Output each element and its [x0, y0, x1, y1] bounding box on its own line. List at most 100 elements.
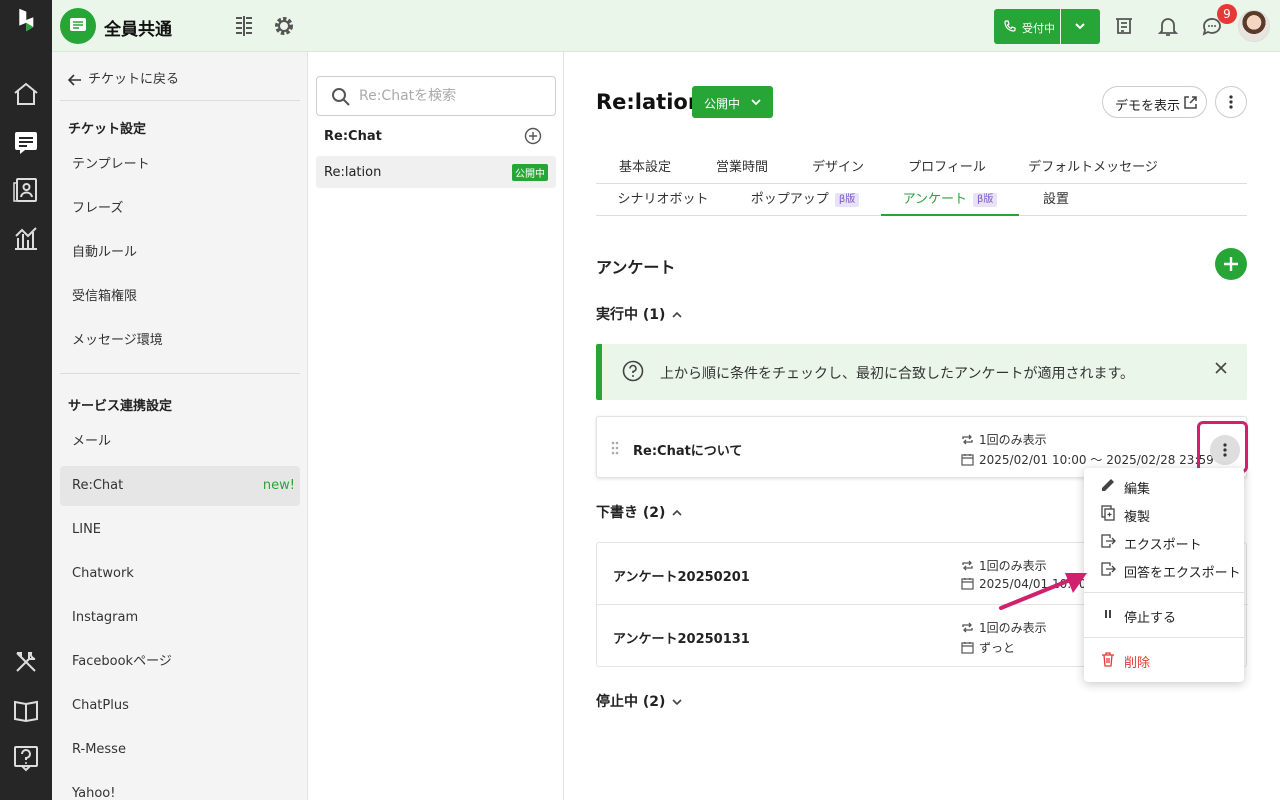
workspace-name[interactable]: 全員共通	[104, 15, 172, 40]
divider	[60, 100, 300, 101]
vertical-dots-icon	[1229, 95, 1233, 109]
contacts-icon[interactable]	[12, 176, 40, 204]
plus-icon	[1224, 257, 1238, 271]
avatar[interactable]	[1238, 10, 1270, 42]
menu-item-delete[interactable]: 削除	[1084, 647, 1244, 673]
tab-popup[interactable]: ポップアップ β版	[732, 184, 878, 216]
repeat-icon	[962, 434, 973, 445]
divider	[1084, 592, 1244, 593]
sidebar-item-rmesse[interactable]: R-Messe	[60, 730, 300, 770]
home-icon[interactable]	[12, 80, 40, 108]
sidebar-item-chatplus[interactable]: ChatPlus	[60, 686, 300, 726]
tab-scenario-bot[interactable]: シナリオボット	[596, 184, 730, 216]
question-circle-icon	[622, 360, 644, 382]
tab-label: ポップアップ	[750, 192, 829, 207]
bell-icon[interactable]	[1156, 14, 1180, 38]
sidebar-item-auto-rule[interactable]: 自動ルール	[60, 233, 300, 273]
call-status-button[interactable]: 受付中	[994, 9, 1060, 44]
export-icon	[1101, 562, 1116, 576]
sidebar-item-label: Re:Chat	[72, 478, 124, 493]
highlight-box	[1197, 421, 1248, 473]
menu-item-label: エクスポート	[1124, 538, 1202, 553]
sidebar-item-mail[interactable]: メール	[60, 422, 300, 462]
status-badge: 公開中	[512, 164, 548, 181]
sidebar-item-chatwork[interactable]: Chatwork	[60, 554, 300, 594]
gear-icon[interactable]	[272, 14, 296, 38]
channel-item[interactable]: Re:lation 公開中	[316, 156, 556, 188]
workspace-icon[interactable]	[60, 8, 96, 44]
menu-item-export[interactable]: エクスポート	[1084, 529, 1244, 555]
chevron-up-icon	[672, 509, 682, 516]
stopped-group-toggle[interactable]: 停止中 (2)	[596, 691, 683, 711]
draft-group-toggle[interactable]: 下書き (2)	[596, 502, 683, 522]
search-input[interactable]	[359, 86, 539, 106]
settings-sidebar: チケットに戻る チケット設定 テンプレート フレーズ 自動ルール 受信箱権限 メ…	[52, 52, 308, 800]
channel-list: Re:Chat Re:lation 公開中	[308, 52, 564, 800]
page-title: Re:lation	[596, 90, 703, 114]
tabs-row-1: 基本設定 営業時間 デザイン プロフィール デフォルトメッセージ	[596, 152, 1247, 184]
tab-business-hours[interactable]: 営業時間	[696, 152, 788, 184]
more-options-button[interactable]	[1215, 86, 1247, 118]
plus-circle-icon	[524, 127, 542, 145]
sidebar-item-rechat[interactable]: Re:Chat new!	[60, 466, 300, 506]
row-context-menu: 編集 複製 エクスポート 回答をエクスポート 停止する 削除	[1084, 468, 1244, 682]
sidebar-item-message-env[interactable]: メッセージ環境	[60, 321, 300, 361]
manual-icon[interactable]	[12, 696, 40, 724]
back-to-tickets-link[interactable]: チケットに戻る	[67, 68, 179, 87]
drag-handle-icon[interactable]	[611, 441, 619, 455]
menu-item-export-answers[interactable]: 回答をエクスポート	[1084, 557, 1244, 583]
row-menu-button[interactable]	[1210, 435, 1240, 465]
app-logo-icon[interactable]	[13, 6, 39, 46]
help-icon[interactable]	[12, 744, 40, 772]
pencil-icon	[1102, 479, 1114, 491]
channel-group-title: Re:Chat	[324, 129, 382, 144]
chevron-down-icon	[672, 699, 682, 706]
call-status-dropdown[interactable]	[1061, 9, 1100, 44]
publish-status-button[interactable]: 公開中	[692, 86, 773, 118]
show-demo-button[interactable]: デモを表示	[1102, 86, 1207, 118]
search-box[interactable]	[316, 76, 556, 116]
display-period: 2025/02/01 10:00 〜 2025/02/28 23:59	[961, 451, 1214, 468]
display-period-label: 2025/02/01 10:00 〜 2025/02/28 23:59	[979, 453, 1214, 467]
survey-name: アンケート20250131	[613, 632, 750, 647]
channel-item-name: Re:lation	[324, 165, 382, 180]
menu-item-duplicate[interactable]: 複製	[1084, 501, 1244, 527]
display-period-label: ずっと	[979, 641, 1016, 655]
tab-design[interactable]: デザイン	[790, 152, 886, 184]
menu-item-stop[interactable]: 停止する	[1084, 602, 1244, 628]
annotation-arrow-icon	[999, 573, 1087, 610]
sidebar-item-inbox-permission[interactable]: 受信箱権限	[60, 277, 300, 317]
sidebar-item-line[interactable]: LINE	[60, 510, 300, 550]
external-link-icon	[1184, 96, 1197, 109]
sidebar-item-template[interactable]: テンプレート	[60, 145, 300, 185]
tray-icon[interactable]	[1112, 14, 1136, 38]
tab-install[interactable]: 設置	[1021, 184, 1091, 216]
notification-badge: 9	[1217, 4, 1237, 24]
menu-item-label: 停止する	[1124, 611, 1177, 626]
add-survey-button[interactable]	[1215, 248, 1247, 280]
running-group-toggle[interactable]: 実行中 (1)	[596, 304, 683, 324]
sidebar-item-facebook[interactable]: Facebookページ	[60, 642, 300, 682]
menu-item-edit[interactable]: 編集	[1084, 473, 1244, 499]
menu-item-label: 削除	[1124, 656, 1151, 671]
sidebar-item-phrase[interactable]: フレーズ	[60, 189, 300, 229]
sidebar-item-instagram[interactable]: Instagram	[60, 598, 300, 638]
add-channel-button[interactable]	[524, 127, 542, 149]
divider	[60, 373, 300, 374]
arrow-left-icon	[67, 73, 81, 86]
vertical-dots-icon	[1223, 443, 1227, 457]
info-banner: 上から順に条件をチェックし、最初に合致したアンケートが適用されます。	[596, 344, 1247, 400]
tab-profile[interactable]: プロフィール	[888, 152, 1006, 184]
analytics-icon[interactable]	[12, 224, 40, 252]
tab-survey[interactable]: アンケート β版	[881, 184, 1019, 216]
ticket-icon[interactable]	[12, 128, 40, 156]
divider	[1084, 637, 1244, 638]
filter-settings-icon[interactable]	[232, 14, 256, 38]
tools-icon[interactable]	[12, 648, 40, 676]
close-icon[interactable]	[1214, 361, 1228, 375]
sidebar-item-yahoo[interactable]: Yahoo!	[60, 774, 300, 800]
survey-name: Re:Chatについて	[633, 444, 743, 459]
tab-basic[interactable]: 基本設定	[596, 152, 694, 184]
tab-default-message[interactable]: デフォルトメッセージ	[1008, 152, 1178, 184]
publish-status-label: 公開中	[704, 97, 741, 111]
